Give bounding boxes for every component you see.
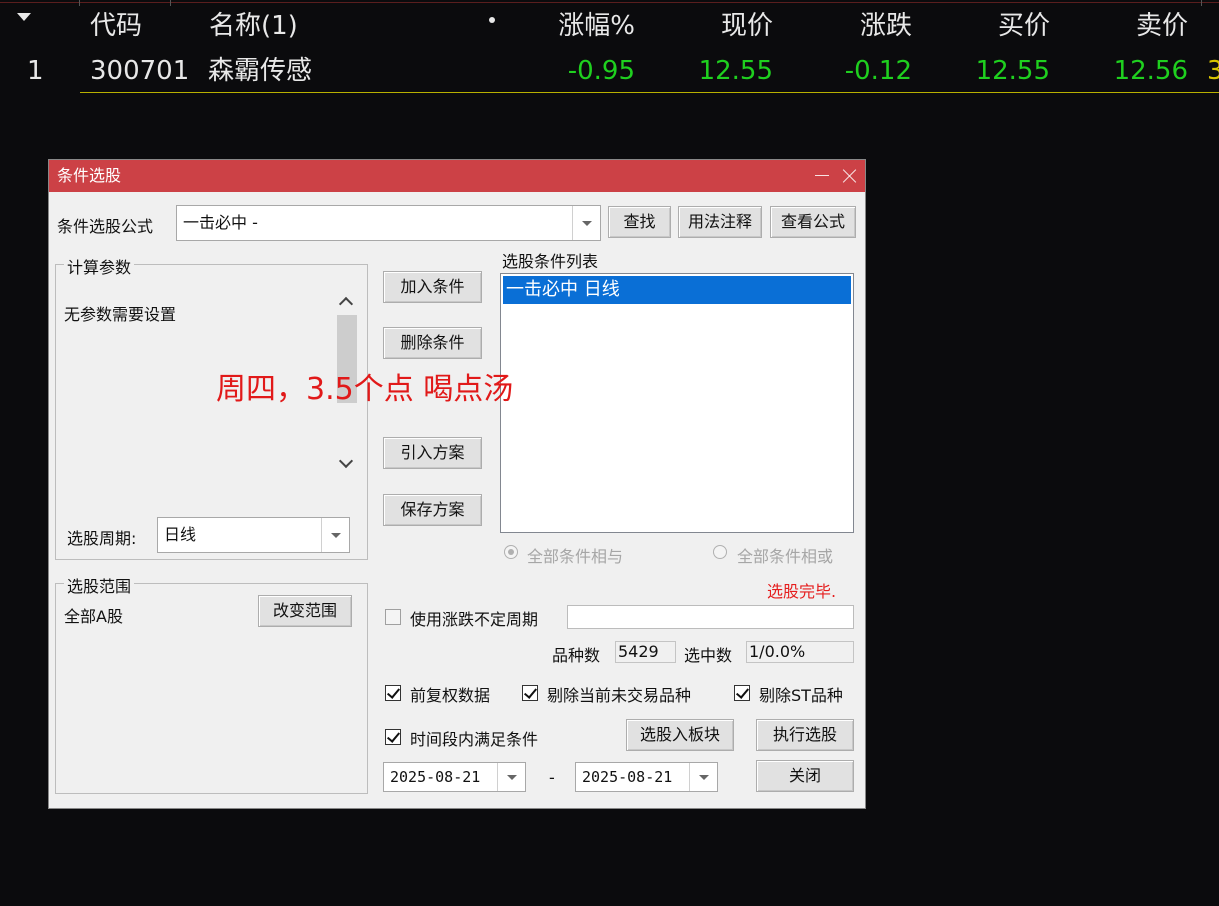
add-condition-button[interactable]: 加入条件 <box>383 271 482 303</box>
uncertain-period-field[interactable] <box>567 605 854 629</box>
header-price[interactable]: 现价 <box>655 8 773 44</box>
date-from-picker[interactable]: 2025-08-21 <box>383 762 526 792</box>
header-bid[interactable]: 买价 <box>933 8 1050 44</box>
total-count-value: 5429 <box>618 642 659 661</box>
header-code[interactable]: 代码 <box>90 8 142 44</box>
dropdown-button[interactable] <box>321 518 349 552</box>
delete-condition-button[interactable]: 删除条件 <box>383 327 482 359</box>
params-text: 无参数需要设置 <box>64 305 177 324</box>
uncertain-period-checkbox[interactable] <box>385 609 401 625</box>
date-from-value: 2025-08-21 <box>390 768 481 786</box>
selected-count-label: 选中数 <box>684 646 733 665</box>
period-satisfy-checkbox[interactable] <box>385 729 401 745</box>
params-group-title: 计算参数 <box>64 254 135 278</box>
close-button[interactable]: 关闭 <box>756 760 854 792</box>
row-change-pct: -0.95 <box>567 56 635 86</box>
radio-and[interactable] <box>504 545 518 559</box>
formula-label: 条件选股公式 <box>57 217 154 236</box>
chevron-down-icon <box>331 533 341 538</box>
period-select[interactable]: 日线 <box>157 517 350 553</box>
range-group-title: 选股范围 <box>64 573 135 597</box>
import-plan-button[interactable]: 引入方案 <box>383 437 482 469</box>
table-top-border <box>0 2 1219 3</box>
exclude-st-label: 剔除ST品种 <box>759 686 843 705</box>
date-to-picker[interactable]: 2025-08-21 <box>575 762 718 792</box>
period-value: 日线 <box>164 525 197 544</box>
row-bid: 12.55 <box>975 56 1050 86</box>
adjusted-data-checkbox[interactable] <box>385 685 401 701</box>
total-count-field: 5429 <box>615 641 676 663</box>
exclude-untraded-checkbox[interactable] <box>522 685 538 701</box>
formula-select[interactable]: 一击必中 - <box>176 205 601 241</box>
column-divider <box>170 0 171 6</box>
header-change[interactable]: 涨跌 <box>795 8 912 44</box>
save-plan-button[interactable]: 保存方案 <box>383 494 482 526</box>
dialog-title: 条件选股 <box>57 166 122 185</box>
radio-and-label: 全部条件相与 <box>527 547 624 566</box>
dropdown-button[interactable] <box>572 206 600 240</box>
formula-value: 一击必中 - <box>183 213 258 232</box>
radio-or[interactable] <box>713 545 727 559</box>
header-change-pct[interactable]: 涨幅% <box>520 8 635 44</box>
chevron-down-icon <box>699 775 709 780</box>
total-count-label: 品种数 <box>552 646 601 665</box>
column-divider <box>1201 0 1202 6</box>
row-underline <box>80 92 1219 93</box>
row-overflow-value: 3 <box>1207 56 1219 86</box>
adjusted-data-label: 前复权数据 <box>410 686 491 705</box>
close-icon[interactable] <box>841 167 859 185</box>
header-ask[interactable]: 卖价 <box>1070 8 1188 44</box>
row-price: 12.55 <box>698 56 773 86</box>
range-value: 全部A股 <box>64 607 123 626</box>
selected-count-field: 1/0.0% <box>746 641 854 663</box>
row-ask: 12.56 <box>1113 56 1188 86</box>
change-range-button[interactable]: 改变范围 <box>258 595 352 627</box>
dropdown-button[interactable] <box>497 763 525 791</box>
list-item[interactable]: 一击必中 日线 <box>503 276 851 304</box>
condition-list-title: 选股条件列表 <box>502 252 599 271</box>
radio-or-label: 全部条件相或 <box>737 547 834 566</box>
minimize-icon[interactable] <box>815 175 829 176</box>
condition-stock-picker-dialog: 条件选股 条件选股公式 一击必中 - 查找 用法注释 查看公式 计算参数 无参数… <box>48 159 866 809</box>
column-divider <box>79 0 80 6</box>
chevron-down-icon[interactable] <box>338 453 354 469</box>
view-formula-button[interactable]: 查看公式 <box>770 206 856 238</box>
selected-count-value: 1/0.0% <box>749 642 806 661</box>
dialog-titlebar[interactable]: 条件选股 <box>49 160 865 192</box>
uncertain-period-label: 使用涨跌不定周期 <box>410 610 539 629</box>
row-name: 森霸传感 <box>208 56 313 86</box>
chevron-down-icon <box>507 775 517 780</box>
condition-list[interactable]: 一击必中 日线 <box>500 273 854 533</box>
column-marker-dot-icon <box>489 17 495 23</box>
header-name[interactable]: 名称(1) <box>209 8 298 44</box>
row-change: -0.12 <box>844 56 912 86</box>
date-to-value: 2025-08-21 <box>582 768 673 786</box>
period-label: 选股周期: <box>67 529 137 548</box>
date-separator: - <box>549 768 555 787</box>
annotation-text: 周四，3.5个点 喝点汤 <box>216 372 514 407</box>
chevron-down-icon <box>582 221 592 226</box>
find-button[interactable]: 查找 <box>608 206 671 238</box>
chevron-up-icon[interactable] <box>338 296 354 312</box>
usage-note-button[interactable]: 用法注释 <box>678 206 762 238</box>
row-index: 1 <box>27 56 44 86</box>
execute-button[interactable]: 执行选股 <box>756 719 854 751</box>
exclude-st-checkbox[interactable] <box>734 685 750 701</box>
exclude-untraded-label: 剔除当前未交易品种 <box>547 686 692 705</box>
dropdown-button[interactable] <box>689 763 717 791</box>
sort-menu-icon[interactable] <box>17 13 31 21</box>
row-code: 300701 <box>90 56 190 86</box>
to-block-button[interactable]: 选股入板块 <box>626 719 734 751</box>
status-text: 选股完毕. <box>767 582 837 601</box>
period-satisfy-label: 时间段内满足条件 <box>410 730 539 749</box>
